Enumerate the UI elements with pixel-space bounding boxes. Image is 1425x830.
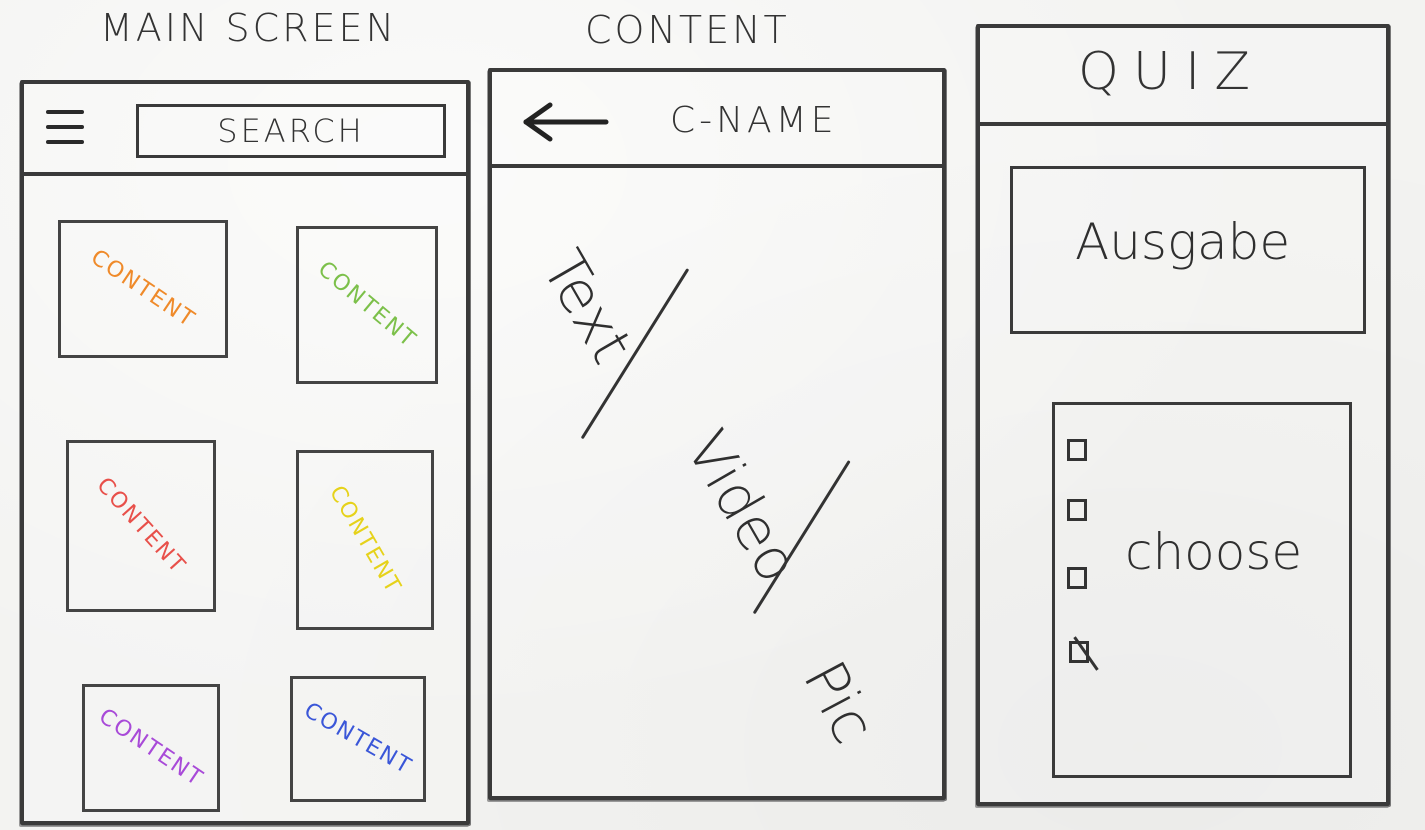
- quiz-screen-phone: QUIZ Ausgabe choose: [976, 24, 1390, 806]
- content-tile-5[interactable]: CONTENT: [82, 684, 220, 812]
- top-bar-divider: [980, 122, 1386, 126]
- content-screen-title: CONTENT: [585, 8, 790, 52]
- quiz-choose-label: choose: [1125, 523, 1303, 581]
- content-tile-label: CONTENT: [312, 256, 422, 354]
- main-screen-phone: SEARCH CONTENT CONTENT CONTENT CONTENT C…: [20, 80, 470, 825]
- quiz-output-label: Ausgabe: [1075, 213, 1291, 271]
- checkbox-icon-checked[interactable]: [1069, 641, 1089, 663]
- content-tile-label: CONTENT: [91, 472, 191, 580]
- content-video-section: Video: [672, 419, 813, 594]
- content-screen-phone: C-NAME Text Video Pic: [488, 68, 946, 800]
- content-pic-section: Pic: [789, 650, 889, 755]
- quiz-answers-panel: choose: [1052, 402, 1352, 778]
- content-tile-label: CONTENT: [299, 698, 417, 780]
- quiz-screen-title: QUIZ: [1078, 42, 1264, 102]
- hamburger-menu-icon[interactable]: [46, 110, 84, 154]
- content-tile-2[interactable]: CONTENT: [296, 226, 438, 384]
- search-input[interactable]: SEARCH: [136, 104, 446, 158]
- checkbox-icon[interactable]: [1067, 499, 1087, 521]
- top-bar-divider: [24, 172, 466, 176]
- content-name-header: C-NAME: [670, 100, 838, 141]
- checkbox-icon[interactable]: [1067, 567, 1087, 589]
- content-tile-6[interactable]: CONTENT: [290, 676, 426, 802]
- content-tile-1[interactable]: CONTENT: [58, 220, 228, 358]
- checkbox-icon[interactable]: [1067, 439, 1087, 461]
- content-tile-label: CONTENT: [94, 703, 208, 793]
- content-tile-label: CONTENT: [324, 481, 406, 599]
- content-tile-4[interactable]: CONTENT: [296, 450, 434, 630]
- main-screen-title: MAIN SCREEN: [100, 6, 397, 50]
- quiz-output-panel: Ausgabe: [1010, 166, 1366, 334]
- back-arrow-icon[interactable]: [522, 102, 610, 142]
- content-tile-label: CONTENT: [86, 244, 200, 334]
- content-tile-3[interactable]: CONTENT: [66, 440, 216, 612]
- top-bar-divider: [492, 164, 942, 168]
- content-text-section: Text: [528, 239, 647, 375]
